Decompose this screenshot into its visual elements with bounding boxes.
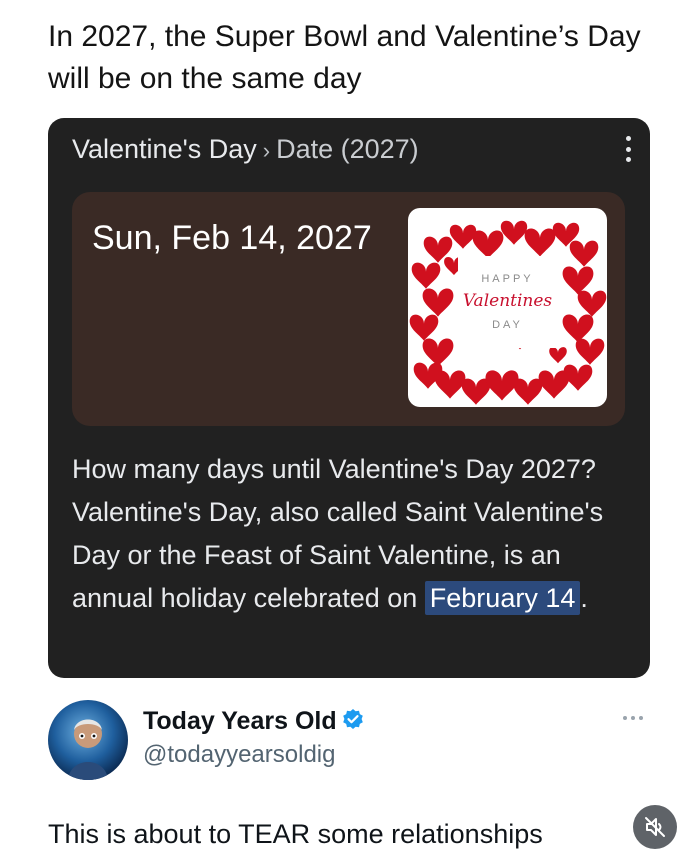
breadcrumb-topic[interactable]: Valentine's Day xyxy=(72,134,257,164)
search-result-card: Valentine's Day › Date (2027) Sun, Feb 14,… xyxy=(48,118,650,678)
avatar[interactable] xyxy=(48,700,128,780)
valentines-image[interactable]: HAPPY Valentines DAY xyxy=(408,208,607,407)
tweet-display-name[interactable]: Today Years Old xyxy=(143,706,365,736)
tweet-handle[interactable]: @todayyearsoldig xyxy=(143,740,335,770)
tweet-text: This is about to TEAR some relationships xyxy=(48,819,543,849)
image-text-happy: HAPPY xyxy=(481,273,533,285)
image-text-valentines: Valentines xyxy=(463,291,553,311)
image-text-day: DAY xyxy=(492,319,523,331)
date-answer-box: Sun, Feb 14, 2027 HAPPY Valentines DAY xyxy=(72,192,625,426)
post-headline: In 2027, the Super Bowl and Valentine’s … xyxy=(48,20,641,95)
more-horizontal-icon[interactable] xyxy=(623,716,643,720)
verified-badge-icon xyxy=(342,709,363,730)
breadcrumb-separator: › xyxy=(262,138,271,163)
mute-button[interactable] xyxy=(633,805,677,849)
avatar-graphic xyxy=(68,719,108,780)
volume-muted-icon xyxy=(645,817,665,837)
hearts-frame-graphic: HAPPY Valentines DAY xyxy=(409,220,607,405)
breadcrumb: Valentine's Day › Date (2027) xyxy=(72,132,419,168)
breadcrumb-section[interactable]: Date (2027) xyxy=(276,134,419,164)
date-value: Sun, Feb 14, 2027 xyxy=(92,219,372,257)
description: How many days until Valentine's Day 2027… xyxy=(72,448,632,620)
description-end: . xyxy=(580,583,588,613)
highlighted-date: February 14 xyxy=(424,581,581,615)
display-name-text: Today Years Old xyxy=(143,707,337,735)
more-vertical-icon[interactable] xyxy=(620,132,636,166)
